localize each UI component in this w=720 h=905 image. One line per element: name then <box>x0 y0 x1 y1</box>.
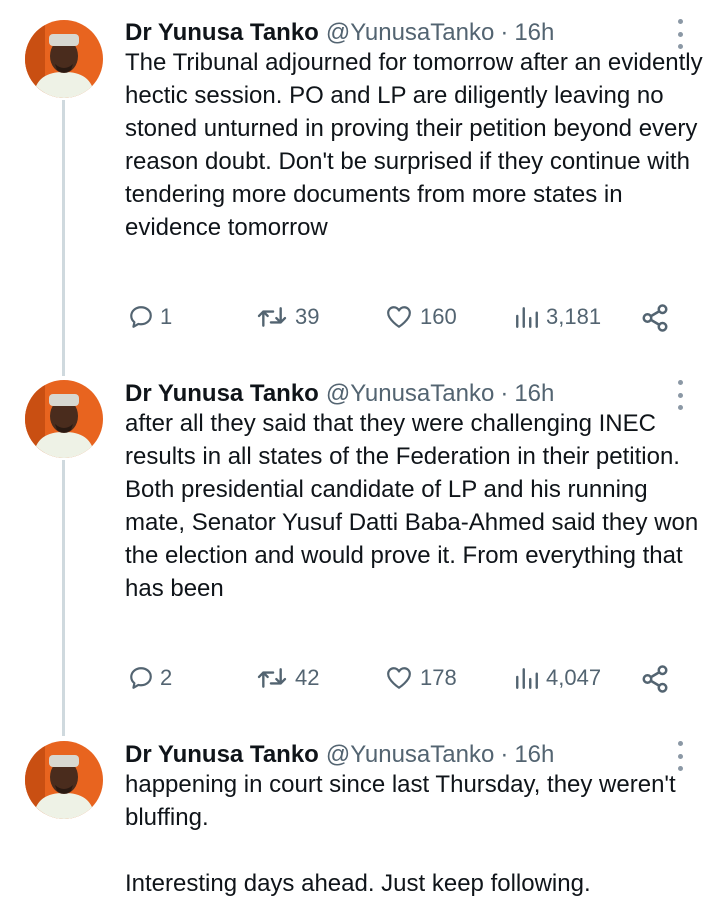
timestamp[interactable]: 16h <box>514 19 554 47</box>
reply-button[interactable]: 1 <box>128 304 172 330</box>
author-name[interactable]: Dr Yunusa Tanko <box>125 380 319 408</box>
author-handle[interactable]: @YunusaTanko <box>326 380 494 408</box>
heart-icon <box>387 306 411 328</box>
more-options-icon[interactable] <box>670 19 690 49</box>
tweet-paragraph: The Tribunal adjourned for tomorrow afte… <box>125 49 703 241</box>
tweet-paragraph: Interesting days ahead. Just keep follow… <box>125 870 591 897</box>
reply-button[interactable]: 2 <box>128 665 172 691</box>
tweet-text: The Tribunal adjourned for tomorrow afte… <box>125 46 705 244</box>
separator-dot: · <box>500 380 509 407</box>
like-count: 160 <box>420 304 457 329</box>
author-handle[interactable]: @YunusaTanko <box>326 19 494 47</box>
timestamp[interactable]: 16h <box>514 741 554 769</box>
heart-icon <box>387 667 411 689</box>
retweet-count: 42 <box>295 665 320 690</box>
share-button[interactable] <box>640 664 670 694</box>
tweet-actions: 1 39 160 3,181 <box>0 296 720 336</box>
reply-count: 2 <box>160 665 173 690</box>
tweet-paragraph: happening in court since last Thursday, … <box>125 771 676 831</box>
retweet-button[interactable]: 39 <box>255 304 319 330</box>
more-options-icon[interactable] <box>670 380 690 410</box>
tweet-paragraph: Both presidential candidate of LP and hi… <box>125 476 699 602</box>
tweet-paragraph: after all they said that they were chall… <box>125 410 680 470</box>
author-name[interactable]: Dr Yunusa Tanko <box>125 741 319 769</box>
author-name[interactable]: Dr Yunusa Tanko <box>125 19 319 47</box>
retweet-button[interactable]: 42 <box>255 665 319 691</box>
reply-icon <box>130 667 152 689</box>
retweet-icon <box>257 668 287 688</box>
retweet-count: 39 <box>295 304 320 329</box>
tweet[interactable]: Dr Yunusa Tanko @YunusaTanko · 16h after… <box>0 374 720 714</box>
tweet[interactable]: Dr Yunusa Tanko @YunusaTanko · 16h happe… <box>0 735 720 905</box>
share-icon <box>642 304 668 332</box>
like-button[interactable]: 160 <box>384 304 457 330</box>
share-icon <box>642 665 668 693</box>
more-options-icon[interactable] <box>670 741 690 771</box>
tweet[interactable]: Dr Yunusa Tanko @YunusaTanko · 16h The T… <box>0 13 720 353</box>
like-count: 178 <box>420 665 457 690</box>
retweet-icon <box>257 307 287 327</box>
tweet-text: after all they said that they were chall… <box>125 407 705 605</box>
avatar[interactable] <box>25 20 103 98</box>
tweet-text: happening in court since last Thursday, … <box>125 768 705 900</box>
tweet-actions: 2 42 178 4,047 <box>0 657 720 697</box>
avatar[interactable] <box>25 380 103 458</box>
like-button[interactable]: 178 <box>384 665 457 691</box>
reply-count: 1 <box>160 304 173 329</box>
reply-icon <box>130 306 152 328</box>
view-count: 3,181 <box>546 304 602 329</box>
tweet-paragraph-spacer <box>125 834 705 867</box>
analytics-icon <box>516 307 538 328</box>
view-count: 4,047 <box>546 665 602 690</box>
share-button[interactable] <box>640 303 670 333</box>
analytics-icon <box>516 668 538 689</box>
separator-dot: · <box>500 741 509 768</box>
separator-dot: · <box>500 19 509 46</box>
views-button[interactable]: 4,047 <box>514 665 601 691</box>
author-handle[interactable]: @YunusaTanko <box>326 741 494 769</box>
views-button[interactable]: 3,181 <box>514 304 601 330</box>
timestamp[interactable]: 16h <box>514 380 554 408</box>
avatar[interactable] <box>25 741 103 819</box>
